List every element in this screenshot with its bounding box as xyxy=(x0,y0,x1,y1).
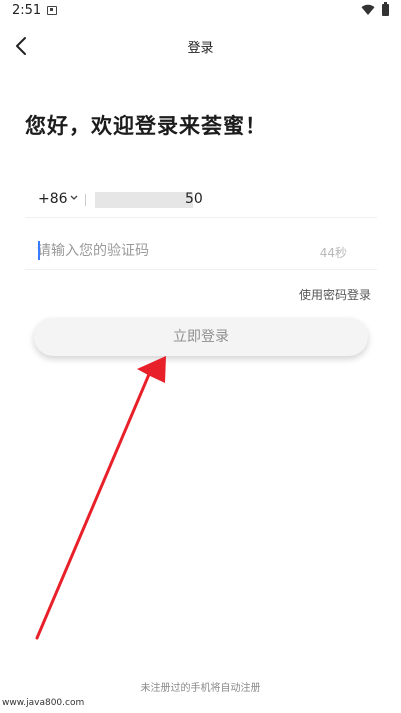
nav-bar: 登录 xyxy=(0,28,401,64)
wifi-icon xyxy=(361,4,375,16)
country-code-selector[interactable]: +86 xyxy=(38,191,68,207)
phone-number-input[interactable]: 50 xyxy=(95,190,215,210)
auto-register-note: 未注册过的手机将自动注册 xyxy=(140,683,261,694)
status-time: 2:51 xyxy=(12,3,42,18)
page-title: 登录 xyxy=(187,41,214,56)
phone-number-suffix: 50 xyxy=(185,191,203,207)
password-login-link[interactable]: 使用密码登录 xyxy=(299,286,371,303)
phone-divider xyxy=(85,194,86,206)
phone-number-mask xyxy=(95,192,193,208)
notification-icon xyxy=(47,6,57,15)
chevron-down-icon[interactable] xyxy=(70,195,78,201)
battery-icon xyxy=(382,2,389,16)
status-bar: 2:51 xyxy=(0,0,401,24)
resend-countdown: 44秒 xyxy=(319,246,347,260)
login-button[interactable]: 立即登录 xyxy=(34,318,368,356)
annotation-arrow xyxy=(35,356,166,640)
watermark: www.java800.com xyxy=(2,698,85,708)
verification-code-field: 44秒 xyxy=(25,232,377,270)
phone-field[interactable]: +86 50 xyxy=(25,180,377,218)
verification-code-input[interactable] xyxy=(37,240,297,262)
welcome-heading: 您好，欢迎登录来荟蜜！ xyxy=(25,114,267,138)
text-caret xyxy=(38,241,40,260)
